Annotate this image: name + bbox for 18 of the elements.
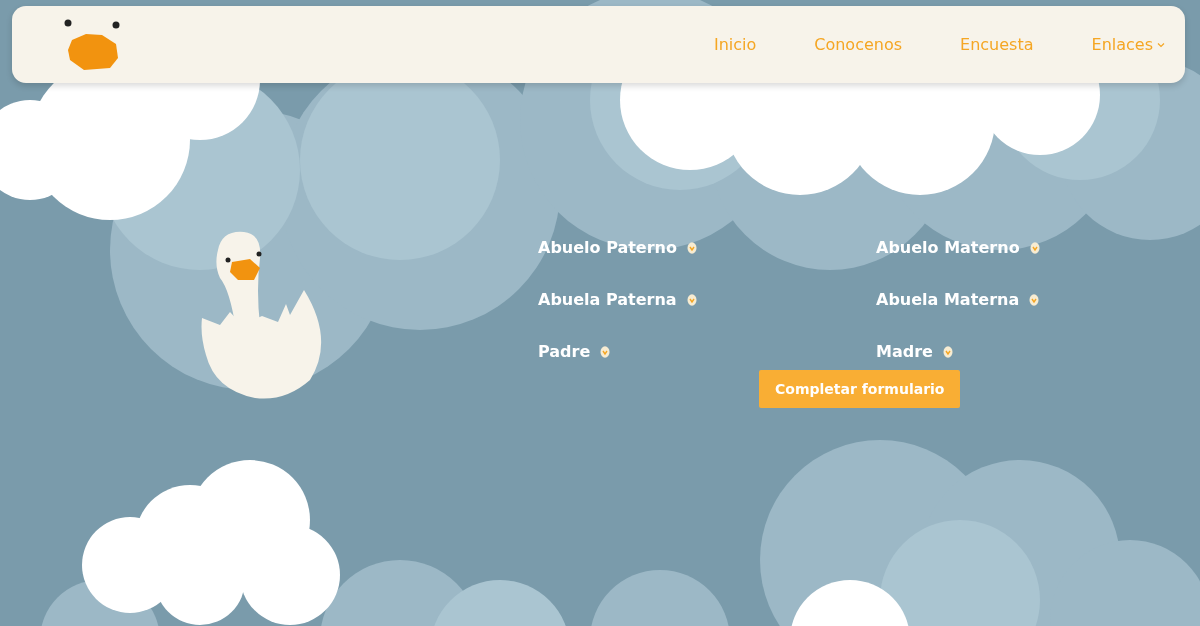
family-member-label: Abuelo Materno bbox=[876, 237, 1020, 257]
egg-icon bbox=[1029, 292, 1040, 306]
egg-icon bbox=[942, 344, 953, 358]
nav-link[interactable]: Encuesta bbox=[960, 35, 1034, 54]
egg-icon bbox=[600, 344, 611, 358]
family-member-label: Abuelo Paterno bbox=[538, 237, 677, 257]
family-member-label: Abuela Materna bbox=[876, 289, 1020, 309]
egg-icon bbox=[686, 292, 697, 306]
egg-icon bbox=[687, 240, 697, 254]
nav-link[interactable]: Enlaces bbox=[1091, 35, 1165, 54]
complete-form-button[interactable]: Completar formulario bbox=[759, 370, 961, 408]
family-member-label: Abuela Paterna bbox=[538, 289, 677, 309]
family-member-label: Madre bbox=[876, 341, 933, 361]
duck-logo-icon bbox=[62, 17, 122, 72]
egg-icon bbox=[1029, 240, 1040, 254]
nav-link[interactable]: Inicio bbox=[713, 35, 757, 54]
family-member-label: Padre bbox=[538, 341, 591, 361]
nav-link[interactable]: Conocenos bbox=[814, 35, 903, 54]
